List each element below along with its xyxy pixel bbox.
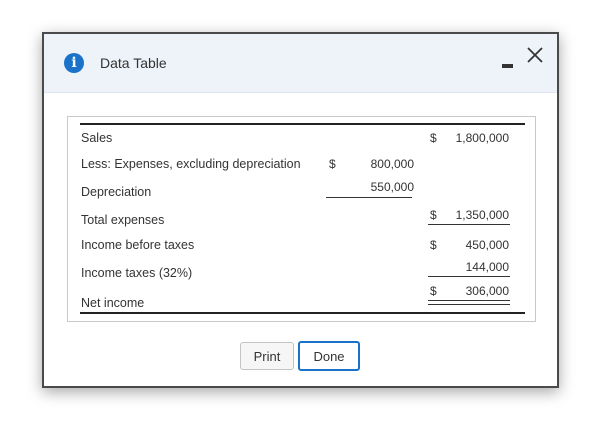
row-expenses-col1-dollar: $ — [329, 157, 336, 171]
row-income-before-taxes-col2-dollar: $ — [430, 238, 437, 252]
row-label-income-before-taxes: Income before taxes — [81, 238, 195, 252]
row-label-sales: Sales — [81, 131, 113, 145]
dialog-titlebar: i Data Table — [44, 34, 557, 93]
row-label-depreciation: Depreciation — [81, 185, 152, 199]
data-table-dialog: i Data Table Sales $ 1,800,000 Less: Exp… — [42, 32, 559, 388]
row-label-income-taxes: Income taxes (32%) — [81, 266, 193, 280]
print-button[interactable]: Print — [240, 342, 294, 370]
minimize-icon[interactable] — [502, 64, 513, 68]
close-icon[interactable] — [526, 46, 544, 64]
table-bottom-rule — [80, 312, 525, 314]
done-button[interactable]: Done — [298, 341, 360, 371]
data-table: Sales $ 1,800,000 Less: Expenses, exclud… — [67, 116, 536, 322]
row-depreciation-col1-value: 550,000 — [370, 180, 414, 194]
row-sales-col2-value: 1,800,000 — [455, 131, 509, 145]
table-top-rule — [80, 123, 525, 125]
net-income-double-underline — [428, 300, 510, 305]
info-icon: i — [64, 53, 84, 73]
row-label-net-income: Net income — [81, 296, 145, 310]
row-expenses-col1-value: 800,000 — [370, 157, 414, 171]
row-total-expenses-col2-dollar: $ — [430, 208, 437, 222]
row-net-income-col2-dollar: $ — [430, 284, 437, 298]
row-income-before-taxes-col2-value: 450,000 — [465, 238, 509, 252]
depreciation-underline — [326, 197, 412, 198]
row-income-taxes-col2-value: 144,000 — [465, 260, 509, 274]
income-taxes-underline — [428, 276, 510, 277]
row-total-expenses-col2-value: 1,350,000 — [455, 208, 509, 222]
row-label-total-expenses: Total expenses — [81, 213, 165, 227]
row-label-expenses: Less: Expenses, excluding depreciation — [81, 157, 301, 171]
dialog-title: Data Table — [100, 55, 167, 71]
row-sales-col2-dollar: $ — [430, 131, 437, 145]
row-net-income-col2-value: 306,000 — [465, 284, 509, 298]
total-expenses-underline — [428, 224, 510, 225]
